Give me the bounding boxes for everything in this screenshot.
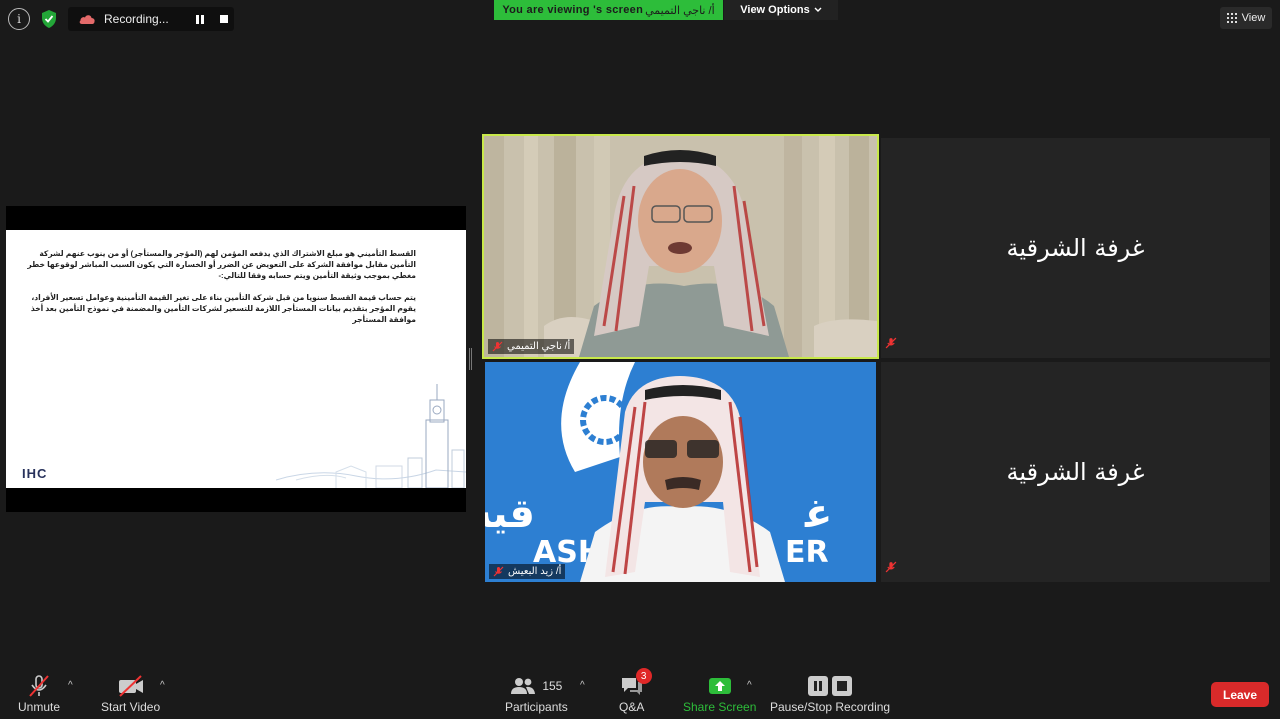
mic-muted-icon bbox=[885, 336, 897, 354]
presentation-slide: القسط التأميني هو مبلغ الاشتراك الذي يدف… bbox=[6, 230, 466, 488]
security-shield-icon[interactable] bbox=[38, 8, 60, 30]
pause-stop-recording-label: Pause/Stop Recording bbox=[770, 700, 891, 714]
slide-paragraph-1: القسط التأميني هو مبلغ الاشتراك الذي يدف… bbox=[27, 249, 416, 280]
city-skyline-illustration bbox=[276, 384, 466, 488]
pause-recording-icon[interactable] bbox=[192, 12, 208, 26]
cloud-recording-icon bbox=[78, 12, 96, 26]
unmute-label: Unmute bbox=[18, 700, 61, 714]
start-video-label: Start Video bbox=[101, 700, 161, 714]
video-tile-room[interactable]: غرفة الشرقية bbox=[881, 362, 1270, 582]
grid-view-icon bbox=[1226, 13, 1237, 23]
participant-name: غرفة الشرقية bbox=[1006, 234, 1145, 262]
shared-screen: القسط التأميني هو مبلغ الاشتراك الذي يدف… bbox=[6, 206, 466, 512]
view-button[interactable]: View bbox=[1220, 7, 1272, 29]
leave-button[interactable]: Leave bbox=[1211, 682, 1269, 707]
viewing-suffix: 's screen bbox=[593, 4, 644, 16]
viewing-prefix: You are viewing bbox=[502, 4, 594, 16]
participants-button[interactable]: 155 Participants bbox=[505, 672, 568, 714]
pause-icon bbox=[808, 676, 829, 696]
view-label: View bbox=[1241, 12, 1266, 24]
pause-stop-recording-button[interactable]: Pause/Stop Recording bbox=[770, 672, 890, 714]
svg-text:ﻏ: ﻏ bbox=[804, 491, 832, 537]
qa-badge: 3 bbox=[635, 668, 652, 684]
participant-video bbox=[484, 136, 877, 357]
participant-name: أ/ ناجي التميمي bbox=[507, 341, 571, 352]
qa-label: Q&A bbox=[619, 700, 645, 714]
svg-text:ﻗﻴﺔ: ﻗﻴﺔ bbox=[485, 491, 535, 537]
slide-paragraph-2: يتم حساب قيمة القسط سنويا من قبل شركة ال… bbox=[30, 293, 416, 324]
qa-button[interactable]: 3 Q&A bbox=[619, 668, 652, 714]
start-video-button[interactable]: Start Video bbox=[101, 672, 160, 714]
view-options-label: View Options bbox=[740, 4, 810, 16]
video-tile-room[interactable]: غرفة الشرقية bbox=[881, 138, 1270, 358]
video-tile-participant[interactable]: ﻗﻴﺔ ﻏ ASH ER أ/ زيد البعيش bbox=[485, 362, 876, 582]
video-options-chevron-icon[interactable]: ^ bbox=[160, 680, 165, 691]
participants-icon-group: 155 bbox=[510, 672, 562, 700]
audio-options-chevron-icon[interactable]: ^ bbox=[68, 680, 73, 691]
video-off-icon bbox=[117, 672, 145, 700]
ihc-logo: IHC bbox=[22, 466, 48, 481]
share-screen-icon bbox=[708, 672, 732, 700]
share-options-chevron-icon[interactable]: ^ bbox=[747, 680, 752, 691]
mic-muted-icon bbox=[885, 560, 897, 578]
recording-indicator: Recording... bbox=[68, 7, 234, 31]
video-tile-speaker[interactable]: أ/ ناجي التميمي bbox=[482, 134, 879, 359]
mic-muted-icon bbox=[26, 672, 52, 700]
participants-label: Participants bbox=[505, 700, 568, 714]
viewing-screen-banner: You are viewing 's screen أ/ ناجي التميم… bbox=[494, 0, 723, 20]
view-options-button[interactable]: View Options bbox=[724, 0, 838, 20]
share-screen-button[interactable]: Share Screen bbox=[683, 672, 756, 714]
participants-icon bbox=[511, 678, 536, 694]
participant-name: أ/ زيد البعيش bbox=[508, 566, 562, 577]
stop-recording-icon[interactable] bbox=[216, 12, 232, 26]
svg-text:ER: ER bbox=[785, 535, 829, 570]
qa-icon: 3 bbox=[620, 668, 652, 700]
participants-options-chevron-icon[interactable]: ^ bbox=[580, 680, 585, 691]
participant-name-tag: أ/ ناجي التميمي bbox=[488, 339, 575, 354]
mic-muted-icon bbox=[493, 566, 504, 577]
unmute-button[interactable]: Unmute bbox=[18, 672, 60, 714]
participant-video: ﻗﻴﺔ ﻏ ASH ER bbox=[485, 362, 876, 582]
resize-handle[interactable] bbox=[469, 348, 472, 370]
share-screen-label: Share Screen bbox=[683, 700, 757, 714]
participant-name: غرفة الشرقية bbox=[1006, 458, 1145, 486]
participant-name-tag: أ/ زيد البعيش bbox=[489, 564, 566, 579]
participants-count: 155 bbox=[542, 679, 563, 693]
recording-label: Recording... bbox=[104, 12, 169, 26]
meeting-info-icon[interactable]: i bbox=[8, 8, 30, 30]
chevron-down-icon bbox=[814, 7, 822, 12]
viewing-name: أ/ ناجي التميمي bbox=[645, 4, 715, 17]
mic-muted-icon bbox=[492, 341, 503, 352]
stop-icon bbox=[832, 676, 853, 696]
leave-label: Leave bbox=[1222, 687, 1258, 702]
recording-controls-icon bbox=[808, 672, 853, 700]
